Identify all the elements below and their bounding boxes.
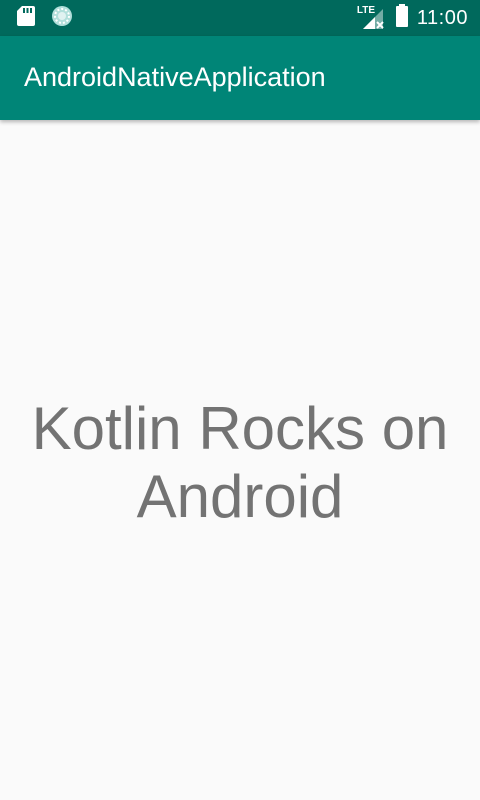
sd-card-icon xyxy=(16,5,36,32)
main-message: Kotlin Rocks on Android xyxy=(31,395,449,530)
status-bar-clock: 11:00 xyxy=(416,6,468,29)
app-bar: AndroidNativeApplication xyxy=(0,36,480,120)
status-bar: LTE 11:00 xyxy=(0,0,480,36)
loading-spinner-icon xyxy=(50,4,74,33)
status-bar-left-icons xyxy=(16,4,74,33)
app-title: AndroidNativeApplication xyxy=(24,62,326,92)
battery-icon xyxy=(395,3,409,33)
lte-signal-icon: LTE xyxy=(357,5,387,31)
main-content: Kotlin Rocks on Android xyxy=(0,120,480,800)
status-bar-right-icons: LTE 11:00 xyxy=(357,0,468,36)
